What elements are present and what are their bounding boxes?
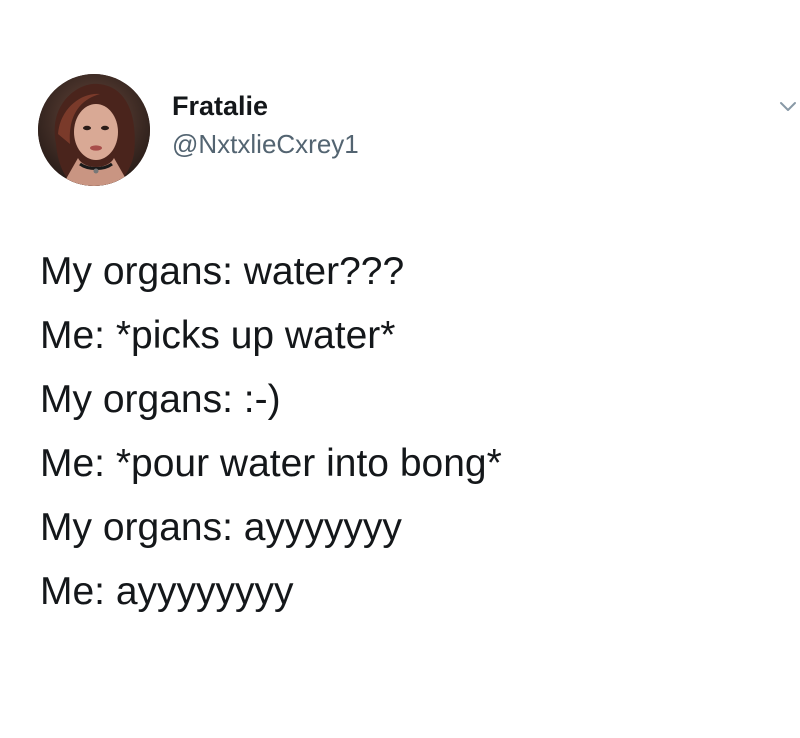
tweet-line: My organs: water???: [40, 250, 405, 293]
avatar[interactable]: [38, 74, 150, 186]
avatar-photo: [38, 74, 150, 186]
display-name[interactable]: Fratalie: [172, 90, 268, 122]
tweet-text: My organs: water??? Me: *picks up water*…: [40, 240, 780, 624]
tweet-line: Me: *picks up water*: [40, 314, 396, 357]
chevron-down-icon[interactable]: [778, 96, 798, 116]
tweet-line: Me: *pour water into bong*: [40, 442, 502, 485]
tweet: Fratalie @NxtxlieCxrey1 My organs: water…: [0, 0, 800, 738]
user-handle[interactable]: @NxtxlieCxrey1: [172, 128, 359, 160]
tweet-line: My organs: :-): [40, 378, 281, 421]
tweet-line: My organs: ayyyyyyy: [40, 506, 402, 549]
tweet-line: Me: ayyyyyyyy: [40, 570, 294, 613]
